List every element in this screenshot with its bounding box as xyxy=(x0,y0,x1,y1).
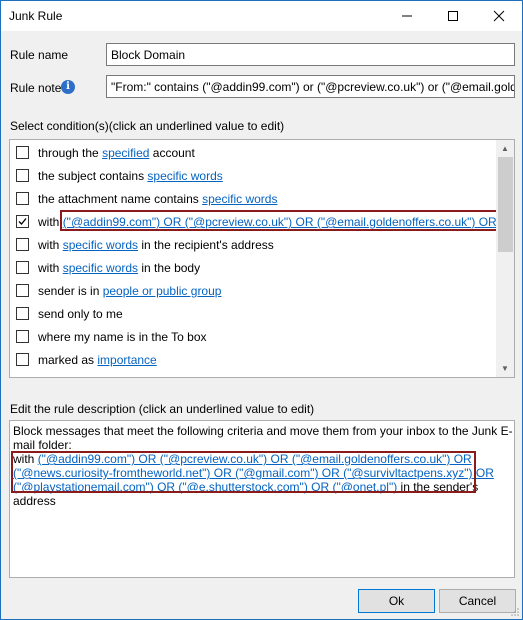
condition-suffix: in the recipient's address xyxy=(138,238,274,252)
condition-prefix: with xyxy=(38,238,63,252)
condition-suffix: in the body xyxy=(138,261,201,275)
condition-checkbox[interactable] xyxy=(16,146,29,159)
rule-name-label: Rule name xyxy=(10,48,69,62)
condition-checkbox[interactable] xyxy=(16,330,29,343)
scroll-thumb[interactable] xyxy=(498,157,513,252)
condition-text: with specific words in the recipient's a… xyxy=(38,238,274,252)
info-icon[interactable]: i xyxy=(61,80,75,94)
condition-prefix: marked as xyxy=(38,353,98,367)
sender-address-link-2[interactable]: ("@news.curiosity-fromtheworld.net") OR … xyxy=(13,466,494,480)
condition-prefix: send only to me xyxy=(38,307,123,321)
condition-prefix: through the xyxy=(38,146,103,160)
condition-value-link[interactable]: specific words xyxy=(202,192,277,206)
description-header: Edit the rule description (click an unde… xyxy=(10,402,315,416)
close-button[interactable] xyxy=(476,1,522,31)
condition-checkbox[interactable] xyxy=(16,307,29,320)
condition-value-link[interactable]: specified xyxy=(102,146,149,160)
maximize-icon xyxy=(448,11,458,21)
condition-prefix: sender is in xyxy=(38,284,103,298)
condition-value-link[interactable]: people or public group xyxy=(103,284,222,298)
condition-text: through the specified account xyxy=(38,146,195,160)
cancel-button[interactable]: Cancel xyxy=(439,589,516,613)
scroll-down-icon[interactable]: ▼ xyxy=(501,364,509,373)
condition-text: the subject contains specific words xyxy=(38,169,223,183)
condition-text: send only to me xyxy=(38,307,123,321)
condition-checkbox[interactable] xyxy=(16,353,29,366)
condition-text: sender is in people or public group xyxy=(38,284,221,298)
sender-address-link-3[interactable]: ("@playstationemail.com") OR ("@e.shutte… xyxy=(13,480,397,494)
rule-note-input[interactable]: "From:" contains ("@addin99.com") or ("@… xyxy=(106,75,515,98)
checkmark-icon xyxy=(18,218,27,225)
title-bar: Junk Rule xyxy=(1,1,522,31)
junk-rule-dialog: Junk Rule Rule name Block Domain Rule no… xyxy=(0,0,523,620)
scroll-up-icon[interactable]: ▲ xyxy=(501,144,509,153)
window-title: Junk Rule xyxy=(9,9,63,23)
maximize-button[interactable] xyxy=(430,1,476,31)
condition-text: with ("@addin99.com") OR ("@pcreview.co.… xyxy=(38,215,514,229)
condition-prefix: with xyxy=(38,261,63,275)
condition-text: the attachment name contains specific wo… xyxy=(38,192,277,206)
condition-text: with specific words in the body xyxy=(38,261,200,275)
conditions-list: through the specified account the subject… xyxy=(9,139,515,378)
condition-value-link[interactable]: importance xyxy=(97,353,156,367)
condition-prefix: where my name is in the To box xyxy=(38,330,207,344)
ok-button[interactable]: Ok xyxy=(358,589,435,613)
sender-address-link-1[interactable]: ("@addin99.com") OR ("@pcreview.co.uk") … xyxy=(38,452,472,466)
rule-note-label: Rule note xyxy=(10,81,62,95)
condition-prefix: the subject contains xyxy=(38,169,148,183)
condition-text: marked as importance xyxy=(38,353,157,367)
condition-checkbox[interactable] xyxy=(16,238,29,251)
close-icon xyxy=(493,10,505,22)
description-intro: Block messages that meet the following c… xyxy=(13,424,513,452)
rule-description-text: Block messages that meet the following c… xyxy=(13,424,513,508)
condition-checkbox[interactable] xyxy=(16,192,29,205)
condition-prefix: with xyxy=(38,215,63,229)
rule-name-input[interactable]: Block Domain xyxy=(106,43,515,66)
condition-checkbox[interactable] xyxy=(16,169,29,182)
conditions-header: Select condition(s)(click an underlined … xyxy=(10,119,285,133)
condition-value-link[interactable]: specific words xyxy=(63,261,138,275)
condition-prefix: the attachment name contains xyxy=(38,192,203,206)
conditions-scrollbar[interactable]: ▲ ▼ xyxy=(496,140,514,377)
condition-checkbox[interactable] xyxy=(16,215,29,228)
resize-grip-icon[interactable] xyxy=(510,607,520,617)
description-with: with xyxy=(13,452,38,466)
condition-value-link[interactable]: specific words xyxy=(147,169,222,183)
condition-value-link[interactable]: specific words xyxy=(63,238,138,252)
condition-suffix: account xyxy=(149,146,195,160)
condition-text: where my name is in the To box xyxy=(38,330,207,344)
condition-checkbox[interactable] xyxy=(16,284,29,297)
minimize-icon xyxy=(402,15,412,17)
minimize-button[interactable] xyxy=(384,1,430,31)
condition-checkbox[interactable] xyxy=(16,261,29,274)
condition-value-link[interactable]: ("@addin99.com") OR ("@pcreview.co.uk") … xyxy=(63,215,514,229)
rule-description-box: Block messages that meet the following c… xyxy=(9,420,515,578)
